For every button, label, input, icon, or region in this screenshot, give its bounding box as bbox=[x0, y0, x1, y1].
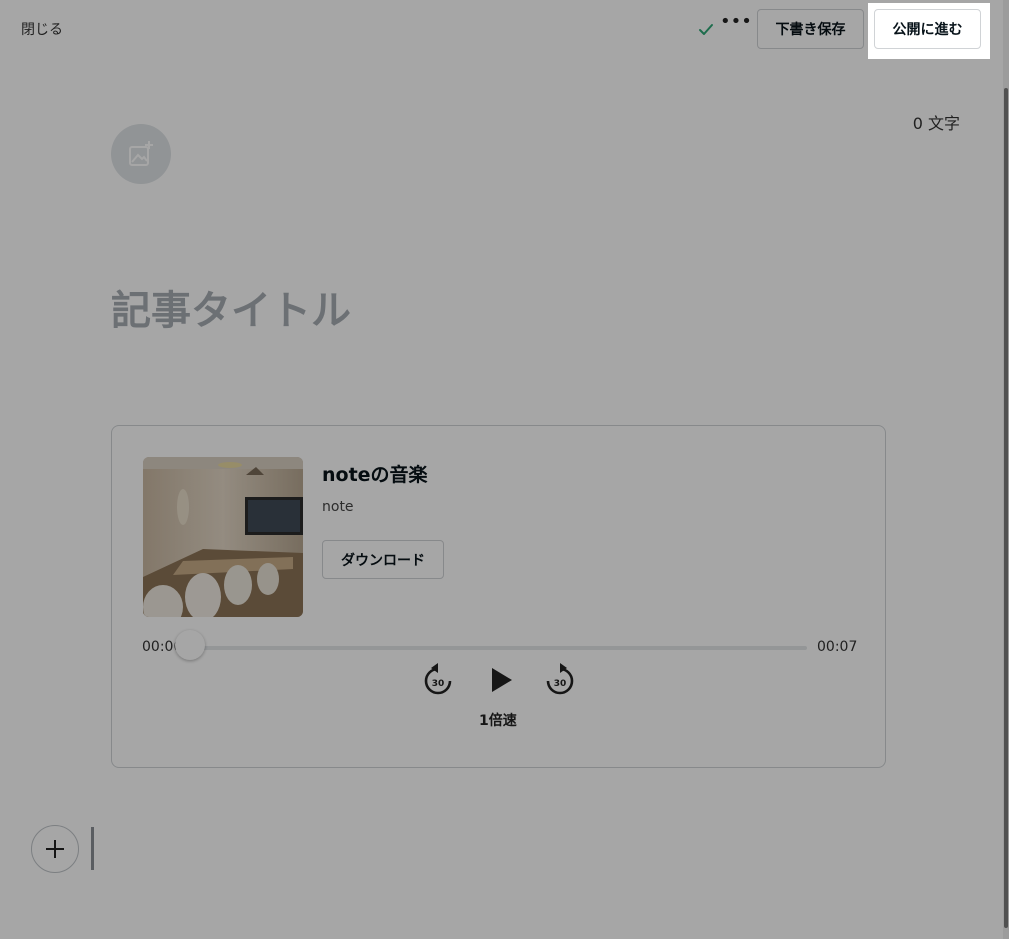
rewind-30-icon[interactable]: 30 bbox=[423, 662, 455, 696]
check-icon bbox=[699, 24, 713, 35]
rewind-seconds: 30 bbox=[432, 679, 445, 689]
audio-embed-card: noteの音楽 note ダウンロード 00:00 00:07 30 30 1倍… bbox=[111, 425, 886, 768]
close-button[interactable]: 閉じる bbox=[21, 19, 63, 39]
add-image-icon bbox=[129, 141, 153, 166]
forward-30-icon[interactable]: 30 bbox=[543, 662, 575, 696]
audio-author: note bbox=[322, 499, 354, 515]
playback-speed[interactable]: 1倍速 bbox=[479, 710, 517, 730]
forward-seconds: 30 bbox=[554, 679, 567, 689]
seek-bar[interactable] bbox=[179, 646, 807, 650]
more-icon[interactable]: ••• bbox=[720, 12, 752, 32]
char-count: 0 文字 bbox=[912, 114, 960, 133]
seek-handle[interactable] bbox=[175, 630, 205, 660]
publish-button[interactable]: 公開に進む bbox=[874, 9, 981, 49]
audio-cover-image bbox=[143, 457, 303, 617]
scrollbar[interactable] bbox=[1003, 0, 1009, 939]
text-cursor bbox=[91, 827, 94, 870]
editor-page: 閉じる ••• 下書き保存 0 文字 記事タイトル noteの音楽 note ダ… bbox=[0, 0, 1009, 939]
add-image-button[interactable] bbox=[111, 124, 171, 184]
spotlight-area: 公開に進む bbox=[868, 3, 990, 59]
plus-icon bbox=[46, 840, 64, 858]
download-button[interactable]: ダウンロード bbox=[322, 540, 444, 579]
save-draft-button[interactable]: 下書き保存 bbox=[757, 9, 864, 49]
add-block-button[interactable] bbox=[31, 825, 79, 873]
title-input[interactable]: 記事タイトル bbox=[111, 278, 351, 336]
audio-title: noteの音楽 bbox=[322, 464, 428, 486]
total-time: 00:07 bbox=[817, 639, 858, 655]
play-icon[interactable] bbox=[488, 666, 514, 694]
scrollbar-thumb[interactable] bbox=[1004, 88, 1008, 928]
